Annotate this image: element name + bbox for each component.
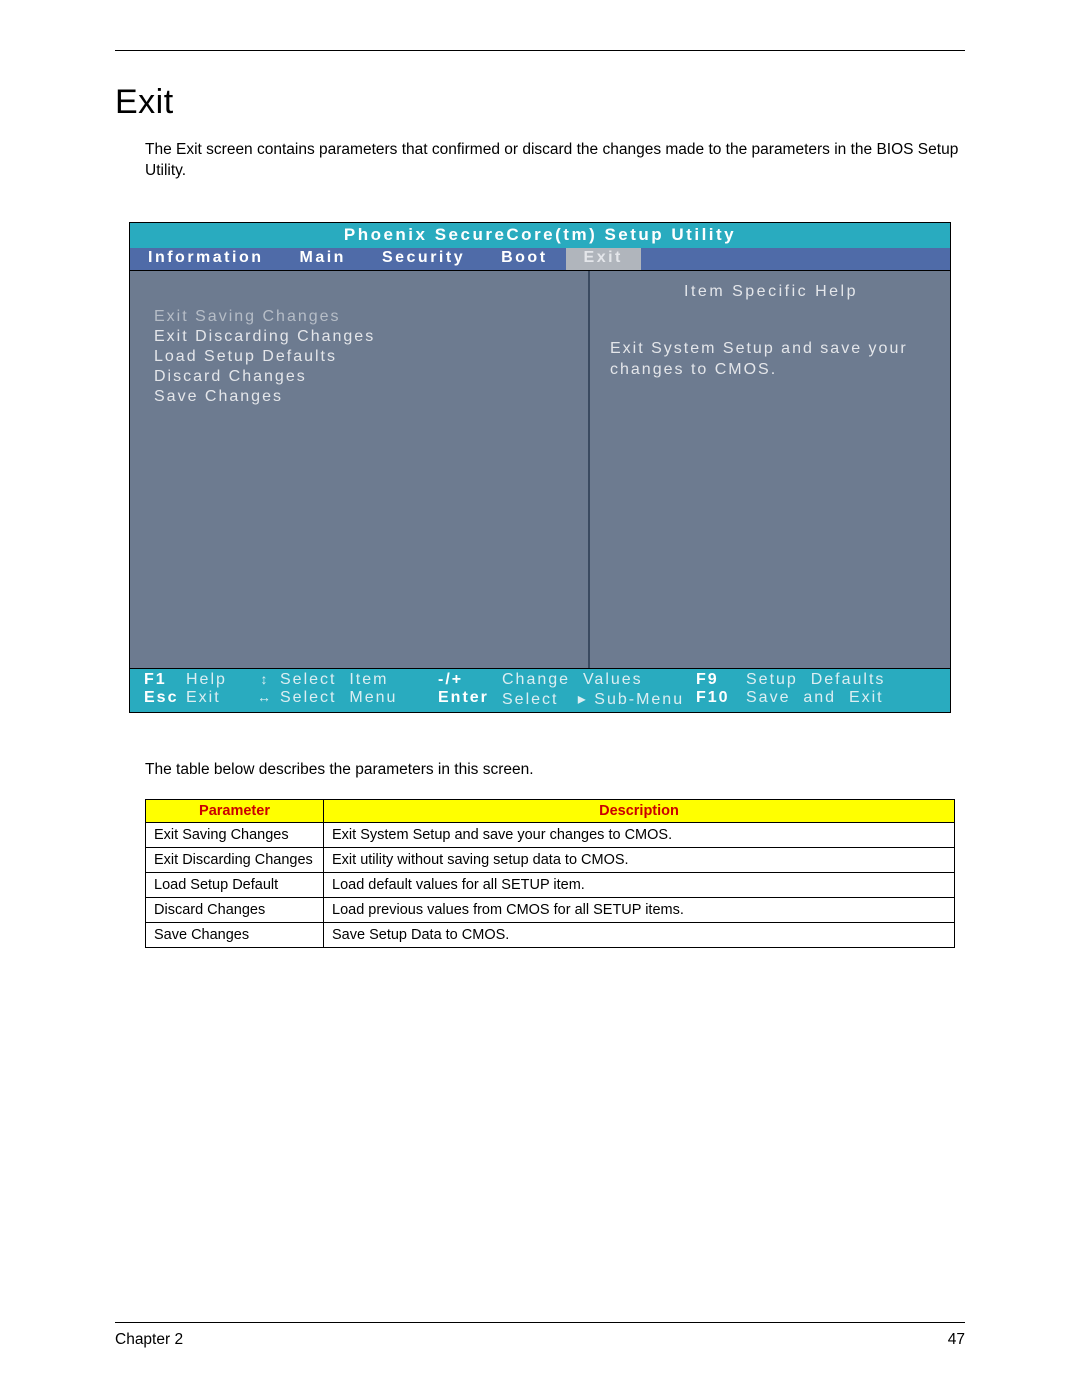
setup-defaults-label: Setup Defaults [746,671,936,689]
table-row: Save Changes Save Setup Data to CMOS. [146,922,955,947]
key-f10: F10 [696,689,746,709]
table-row: Exit Discarding Changes Exit utility wit… [146,847,955,872]
bios-screenshot: Phoenix SecureCore(tm) Setup Utility Inf… [129,222,951,713]
tab-main[interactable]: Main [282,248,364,270]
key-f9: F9 [696,671,746,689]
option-save-changes[interactable]: Save Changes [154,387,568,407]
table-row: Discard Changes Load previous values fro… [146,897,955,922]
table-row: Exit Saving Changes Exit System Setup an… [146,822,955,847]
desc-cell: Exit System Setup and save your changes … [324,822,955,847]
desc-cell: Save Setup Data to CMOS. [324,922,955,947]
tab-filler [641,248,950,270]
key-enter: Enter [438,689,502,709]
bios-help-pane: Item Specific Help Exit System Setup and… [590,271,950,668]
option-discard-changes[interactable]: Discard Changes [154,367,568,387]
save-and-exit-label: Save and Exit [746,689,936,709]
table-row: Load Setup Default Load default values f… [146,872,955,897]
help-pane-text: Exit System Setup and save your changes … [610,339,932,381]
updown-arrows-icon: ↕ [250,671,280,689]
option-load-setup-defaults[interactable]: Load Setup Defaults [154,347,568,367]
col-header-parameter: Parameter [146,799,324,822]
col-header-description: Description [324,799,955,822]
param-cell: Load Setup Default [146,872,324,897]
section-title: Exit [115,83,965,122]
param-cell: Exit Saving Changes [146,822,324,847]
key-f1: F1 [144,671,186,689]
table-intro-text: The table below describes the parameters… [145,761,965,779]
option-exit-saving-changes[interactable]: Exit Saving Changes [154,307,568,327]
change-values-label: Change Values [502,671,696,689]
key-plusminus: -/+ [438,671,502,689]
leftright-arrows-icon: ↔ [250,689,280,709]
key-esc-label: Exit [186,689,250,709]
bios-options-pane: Exit Saving Changes Exit Discarding Chan… [130,271,590,668]
desc-cell: Load default values for all SETUP item. [324,872,955,897]
tab-security[interactable]: Security [364,248,483,270]
key-f1-label: Help [186,671,250,689]
parameter-table: Parameter Description Exit Saving Change… [145,799,955,948]
param-cell: Exit Discarding Changes [146,847,324,872]
tab-information[interactable]: Information [130,248,282,270]
select-submenu-label: Select ▸ Sub-Menu [502,689,696,709]
footer-page-number: 47 [948,1331,965,1349]
select-menu-label: Select Menu [280,689,438,709]
select-item-label: Select Item [280,671,438,689]
bios-key-legend: F1 Help ↕ Select Item -/+ Change Values … [130,668,950,712]
param-cell: Discard Changes [146,897,324,922]
help-pane-title: Item Specific Help [610,283,932,301]
tab-exit[interactable]: Exit [566,248,641,270]
key-esc: Esc [144,689,186,709]
footer-chapter: Chapter 2 [115,1331,183,1349]
option-exit-discarding-changes[interactable]: Exit Discarding Changes [154,327,568,347]
bios-tab-bar: Information Main Security Boot Exit [130,248,950,270]
desc-cell: Load previous values from CMOS for all S… [324,897,955,922]
bios-utility-title: Phoenix SecureCore(tm) Setup Utility [130,223,950,248]
desc-cell: Exit utility without saving setup data t… [324,847,955,872]
tab-boot[interactable]: Boot [483,248,565,270]
param-cell: Save Changes [146,922,324,947]
section-intro: The Exit screen contains parameters that… [145,140,965,182]
